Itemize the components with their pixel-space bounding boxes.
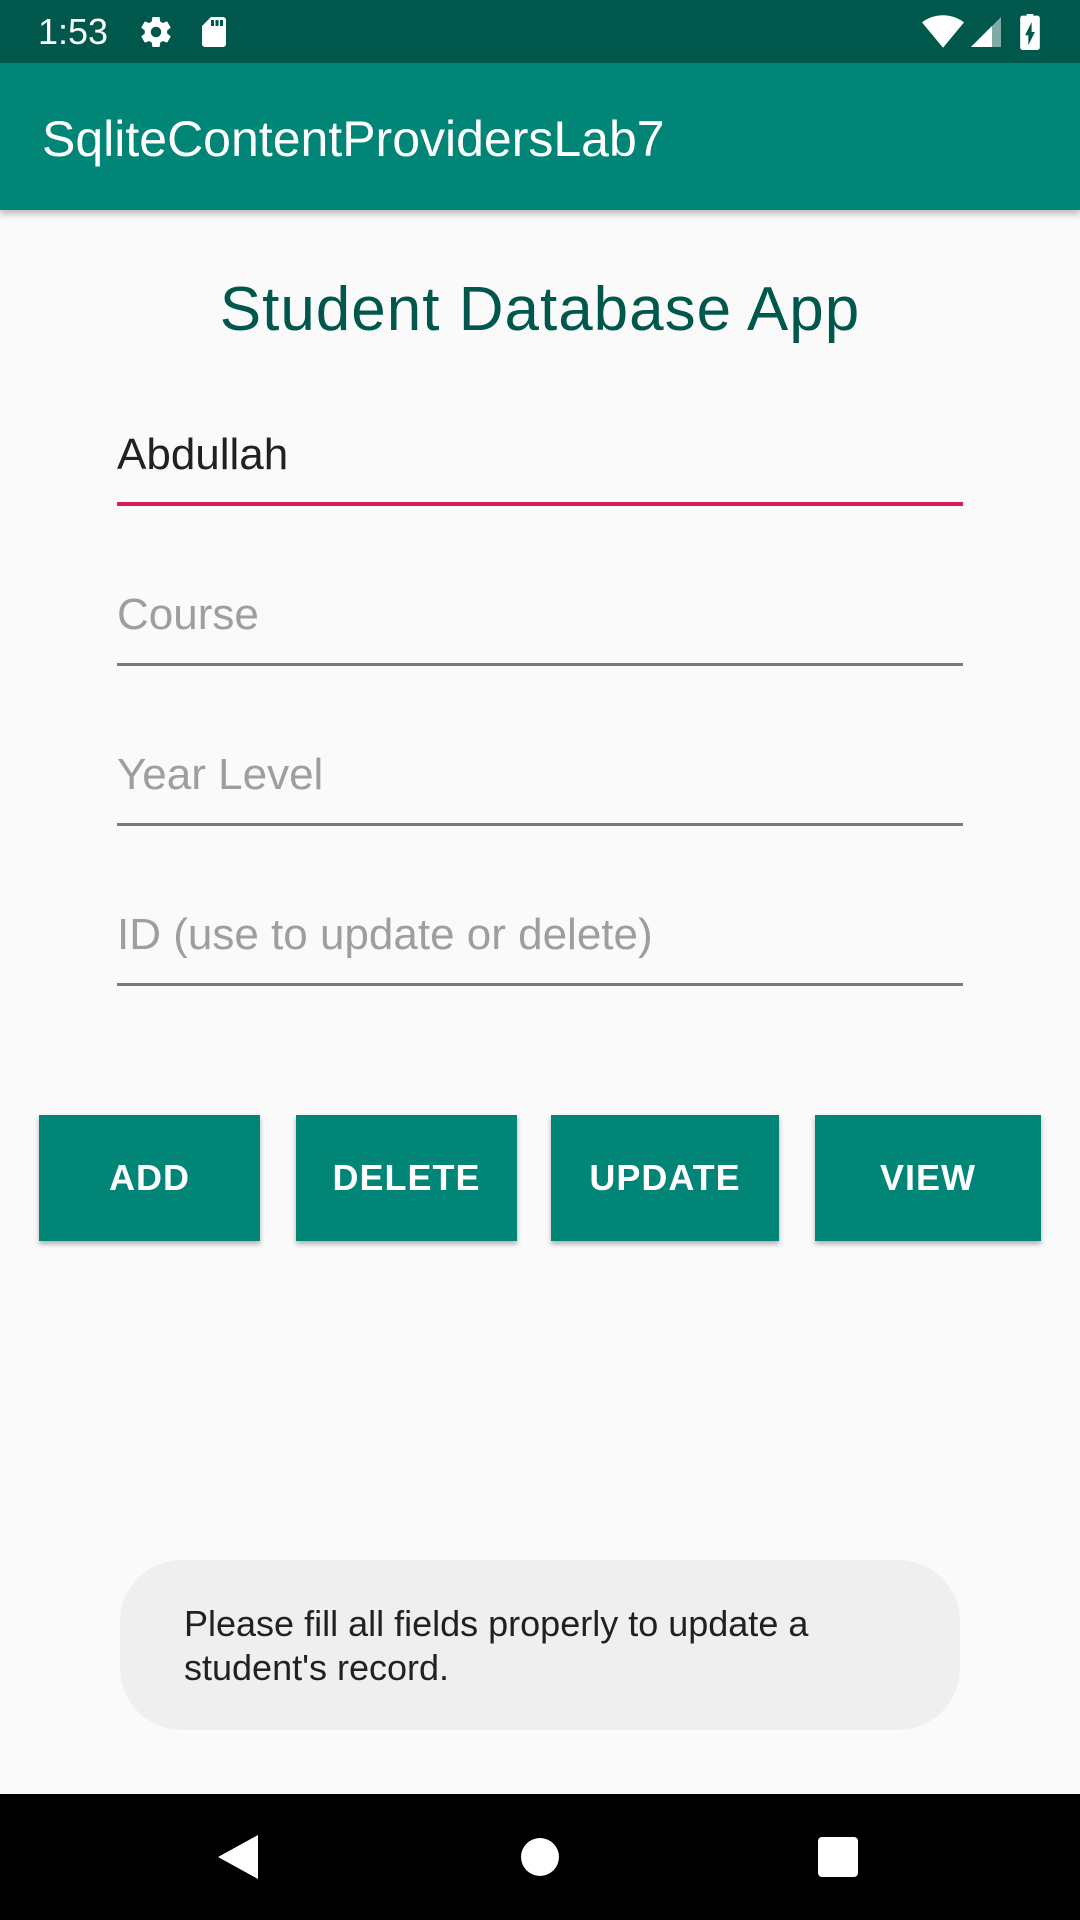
app-bar: SqliteContentProvidersLab7 xyxy=(0,63,1080,210)
id-field[interactable] xyxy=(117,890,963,980)
course-field[interactable] xyxy=(117,570,963,660)
page-title: Student Database App xyxy=(219,275,861,344)
year-level-field-underline xyxy=(117,823,963,826)
name-field-container xyxy=(117,410,963,506)
toast: Please fill all fields properly to updat… xyxy=(120,1560,960,1730)
screen: 1:53 SqliteContentProvidersLab7 Student … xyxy=(0,0,1080,1920)
name-field[interactable] xyxy=(117,410,963,500)
home-icon[interactable] xyxy=(510,1827,570,1887)
wifi-icon xyxy=(922,14,964,50)
battery-charging-icon xyxy=(1018,14,1042,50)
sd-card-icon xyxy=(196,14,232,50)
back-icon[interactable] xyxy=(210,1827,270,1887)
name-field-underline xyxy=(117,502,963,506)
id-field-container xyxy=(117,890,963,986)
app-title: SqliteContentProvidersLab7 xyxy=(42,111,665,167)
status-time: 1:53 xyxy=(38,11,109,52)
delete-button[interactable]: DELETE xyxy=(296,1115,517,1241)
cell-signal-icon xyxy=(968,14,1004,50)
add-button[interactable]: ADD xyxy=(39,1115,260,1241)
update-button[interactable]: UPDATE xyxy=(551,1115,779,1241)
gear-icon xyxy=(138,14,174,50)
status-bar: 1:53 xyxy=(0,0,1080,63)
year-level-field[interactable] xyxy=(117,730,963,820)
view-button[interactable]: VIEW xyxy=(815,1115,1041,1241)
id-field-underline xyxy=(117,983,963,986)
year-level-field-container xyxy=(117,730,963,826)
course-field-underline xyxy=(117,663,963,666)
nav-bar xyxy=(0,1794,1080,1920)
course-field-container xyxy=(117,570,963,666)
recents-icon[interactable] xyxy=(808,1827,868,1887)
toast-message: Please fill all fields properly to updat… xyxy=(184,1603,809,1688)
